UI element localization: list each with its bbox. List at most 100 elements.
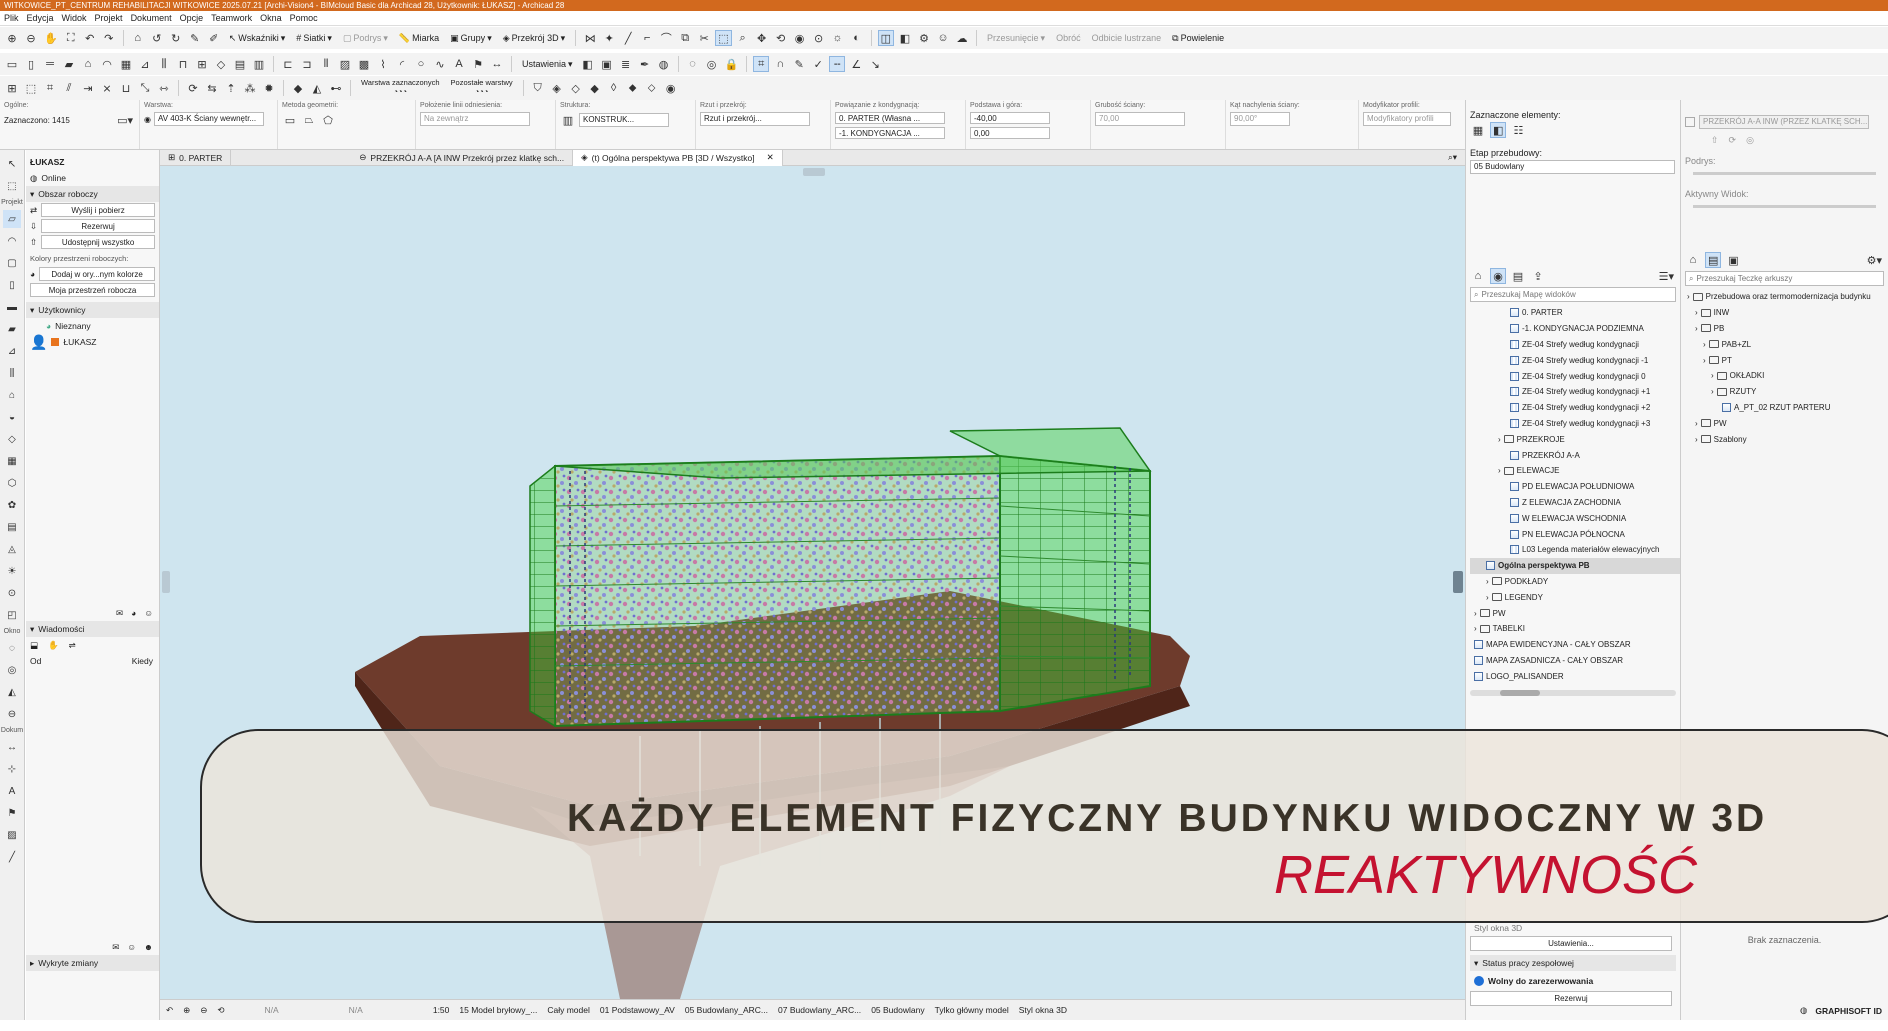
- layout-book-item[interactable]: › INW: [1685, 305, 1888, 321]
- mesh-icon[interactable]: ▦: [118, 56, 134, 72]
- layer-solid-icon[interactable]: ⬥: [625, 80, 641, 96]
- materials-icon[interactable]: ◍: [656, 56, 672, 72]
- layer-iso-icon[interactable]: ⬦: [644, 80, 660, 96]
- layer-wire-icon[interactable]: ◊: [606, 80, 622, 96]
- layer-lock-icon[interactable]: ◆: [587, 80, 603, 96]
- adjust-icon[interactable]: ⇥: [80, 80, 96, 96]
- label-icon[interactable]: ⚑: [470, 56, 486, 72]
- new-message-icon[interactable]: ✉: [112, 942, 119, 953]
- roof-icon[interactable]: ⌂: [80, 56, 96, 72]
- viewport-left-handle[interactable]: [162, 571, 170, 593]
- view-map-item[interactable]: MAPA ZASADNICZA - CAŁY OBSZAR: [1470, 653, 1680, 669]
- palette-small-icon[interactable]: ◕: [131, 608, 136, 618]
- base-offset-input[interactable]: -40,00: [970, 112, 1050, 124]
- undo-status-icon[interactable]: ↶: [166, 1005, 173, 1016]
- release-all-button[interactable]: Udostępnij wszystko: [41, 235, 155, 249]
- layer-icon[interactable]: ◫: [877, 30, 894, 46]
- zone-tool-icon[interactable]: ▤: [3, 518, 21, 536]
- przekroj3d-button[interactable]: ◈ Przekrój 3D ▾: [499, 30, 569, 46]
- teamwork-status-header[interactable]: ▾ Status pracy zespołowej: [1470, 955, 1676, 971]
- layout-book-item[interactable]: › Szablony: [1685, 431, 1888, 447]
- shell-icon[interactable]: ◠: [99, 56, 115, 72]
- chevron-icon[interactable]: ›: [1703, 340, 1706, 349]
- circle-icon[interactable]: ○: [413, 56, 429, 72]
- graphic-override-select[interactable]: 07 Budowlany_ARC...: [778, 1005, 861, 1015]
- publisher-icon[interactable]: ⇪: [1530, 268, 1546, 284]
- phase-select[interactable]: 05 Budowlany: [1470, 160, 1675, 174]
- reference-line-select[interactable]: Na zewnątrz: [420, 112, 530, 126]
- grupy-button[interactable]: ▣ Grupy ▾: [446, 30, 496, 46]
- pan-icon[interactable]: ✋: [42, 30, 60, 46]
- redo-icon[interactable]: ↻: [168, 30, 184, 46]
- pen-set-select[interactable]: 01 Podstawowy_AV: [600, 1005, 675, 1015]
- view-name-field[interactable]: PRZEKRÓJ A-A INW (PRZEZ KLATKĘ SCH...: [1699, 115, 1869, 129]
- user-lukasz[interactable]: 👤 ŁUKASZ: [26, 334, 159, 350]
- dimension-icon[interactable]: ↔: [489, 56, 505, 72]
- request-icon[interactable]: ✋: [48, 640, 59, 651]
- sent-icon[interactable]: ⇌: [69, 640, 76, 651]
- message-icon[interactable]: ✉: [116, 608, 123, 619]
- pens-icon[interactable]: ✒: [637, 56, 653, 72]
- slant-input[interactable]: 90,00°: [1230, 112, 1290, 126]
- explode-icon[interactable]: ✹: [261, 80, 277, 96]
- opening-tool-icon[interactable]: ◰: [3, 606, 21, 624]
- chevron-icon[interactable]: ›: [1498, 466, 1501, 475]
- view-map-item[interactable]: L03 Legenda materiałów elewacyjnych: [1470, 542, 1680, 558]
- slab-tool-icon[interactable]: ▰: [3, 320, 21, 338]
- zoom-status-icon[interactable]: ⊕: [183, 1005, 190, 1016]
- chevron-icon[interactable]: ›: [1711, 371, 1714, 380]
- home-icon[interactable]: ⌂: [130, 30, 146, 46]
- fill-tool-icon[interactable]: ▨: [3, 826, 21, 844]
- nav-menu-icon[interactable]: ☰▾: [1657, 268, 1676, 284]
- beam-tool-icon[interactable]: ▬: [3, 298, 21, 316]
- tab-3d[interactable]: ◈ (t) Ogólna perspektywa PB [3D / Wszystk…: [573, 149, 783, 166]
- view-map-icon[interactable]: ◉: [1490, 268, 1506, 284]
- lamp-tool-icon[interactable]: ☀: [3, 562, 21, 580]
- menu-item[interactable]: Okna: [260, 13, 282, 23]
- layout-book-search[interactable]: ⌕ Przeszukaj Teczkę arkuszy: [1685, 271, 1884, 286]
- text-tool-icon[interactable]: A: [3, 782, 21, 800]
- top-offset-input[interactable]: 0,00: [970, 127, 1050, 139]
- wall-tool-icon[interactable]: ▱: [3, 210, 21, 228]
- angle-icon[interactable]: ∠: [848, 56, 864, 72]
- chevron-icon[interactable]: ›: [1486, 577, 1489, 586]
- view-map-item[interactable]: ZE-04 Strefy według kondygnacji 0: [1470, 368, 1680, 384]
- railing-icon[interactable]: ⫼: [156, 56, 172, 72]
- window-icon[interactable]: ⊞: [194, 56, 210, 72]
- refresh-icon[interactable]: ⟳: [1729, 135, 1737, 146]
- explore-icon[interactable]: ◉: [792, 30, 808, 46]
- edit-select-icon[interactable]: ⬚: [23, 80, 39, 96]
- undo-icon[interactable]: ↺: [149, 30, 165, 46]
- orbit-icon[interactable]: ⟲: [773, 30, 789, 46]
- user-unknown[interactable]: ◕ Nieznany: [26, 318, 159, 334]
- section-tool-icon[interactable]: ⊖: [3, 705, 21, 723]
- hide-icon[interactable]: ◌: [685, 56, 701, 72]
- elevate-icon[interactable]: ⇡: [223, 80, 239, 96]
- view-map-item[interactable]: MAPA EWIDENCYJNA - CAŁY OBSZAR: [1470, 637, 1680, 653]
- workspace-header[interactable]: ▾ Obszar roboczy: [26, 186, 159, 202]
- view-map-item[interactable]: Z ELEWACJA ZACHODNIA: [1470, 495, 1680, 511]
- orbit-status-icon[interactable]: ⟲: [217, 1005, 224, 1016]
- book-map-icon[interactable]: ⌂: [1685, 252, 1701, 268]
- trim-icon[interactable]: ✂: [696, 30, 712, 46]
- line-icon[interactable]: ╱: [620, 30, 636, 46]
- filter-list-icon[interactable]: ☷: [1510, 122, 1526, 138]
- profile-modifier-button[interactable]: Modyfikatory profili: [1363, 112, 1451, 126]
- polyline-icon[interactable]: ⌇: [375, 56, 391, 72]
- menu-item[interactable]: Teamwork: [211, 13, 252, 23]
- object-icon[interactable]: ◇: [213, 56, 229, 72]
- trace-slider[interactable]: [1693, 172, 1876, 175]
- layout-book-item[interactable]: › OKŁADKI: [1685, 368, 1888, 384]
- graphisoft-id[interactable]: GRAPHISOFT ID: [1815, 1006, 1882, 1016]
- geometry-trapezoid-icon[interactable]: ⏢: [301, 112, 317, 128]
- chevron-icon[interactable]: ›: [1498, 435, 1501, 444]
- fillet-icon[interactable]: ⌒: [658, 30, 674, 46]
- send-receive-button[interactable]: Wyślij i pobierz: [41, 203, 155, 217]
- menu-item[interactable]: Opcje: [180, 13, 204, 23]
- book-layout-icon[interactable]: ▣: [1725, 252, 1741, 268]
- view-map-item[interactable]: W ELEWACJA WSCHODNIA: [1470, 510, 1680, 526]
- view-map-item[interactable]: 0. PARTER: [1470, 305, 1680, 321]
- settings-icon[interactable]: ⚙: [916, 30, 932, 46]
- zoom-level[interactable]: N/A: [265, 1005, 279, 1015]
- phase-select[interactable]: 05 Budowlany: [871, 1005, 924, 1015]
